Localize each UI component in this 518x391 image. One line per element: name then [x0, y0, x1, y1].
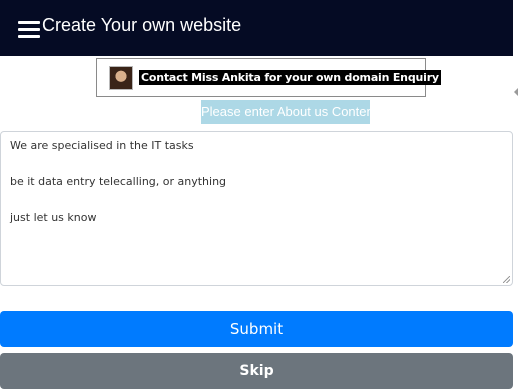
about-us-textarea[interactable]: We are specialised in the IT tasks be it…: [0, 131, 513, 286]
content-line: We are specialised in the IT tasks: [10, 139, 194, 152]
contact-banner[interactable]: Contact Miss Ankita for your own domain …: [96, 58, 441, 97]
skip-button[interactable]: Skip: [0, 353, 513, 389]
contact-banner-text: Contact Miss Ankita for your own domain …: [139, 70, 441, 85]
resize-grip-icon[interactable]: [503, 276, 510, 283]
app-title: Create Your own website: [42, 15, 242, 35]
avatar: [109, 66, 133, 90]
content-line: be it data entry telecalling, or anythin…: [10, 175, 227, 188]
page: Create Your own website Contact Miss Ank…: [0, 0, 518, 391]
top-navbar: Create Your own website: [0, 0, 513, 56]
scroll-arrow-icon[interactable]: [514, 88, 518, 96]
submit-button[interactable]: Submit: [0, 311, 513, 347]
content-line: just let us know: [10, 211, 97, 224]
about-us-prompt: Please enter About us Content: [201, 100, 377, 124]
hamburger-menu-icon[interactable]: [18, 21, 40, 41]
